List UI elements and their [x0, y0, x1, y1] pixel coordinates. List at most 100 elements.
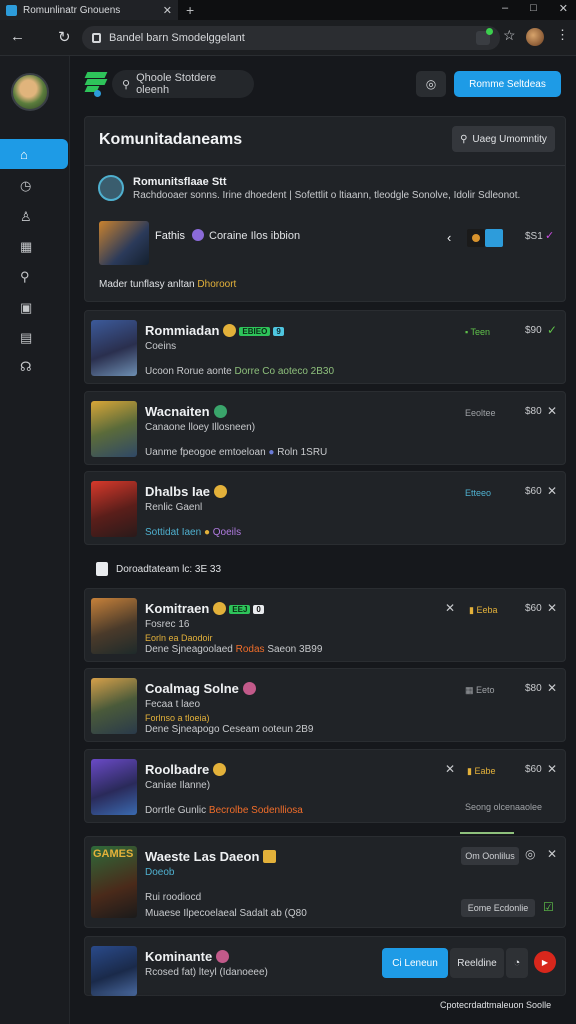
item-price: $80	[525, 406, 542, 417]
globe-icon	[213, 405, 227, 418]
status-detail: Seong olcenaaolee	[465, 802, 543, 812]
chevron-left-icon[interactable]: ‹	[447, 230, 451, 245]
close-window-icon[interactable]: ✕	[559, 2, 568, 15]
item-subtitle: Coeins	[145, 341, 177, 352]
search-icon: ⚲	[460, 133, 468, 145]
item-name: Kominante	[145, 949, 230, 964]
sidebar-item-store[interactable]: ▦	[0, 232, 68, 262]
game-thumbnail	[91, 598, 137, 654]
tag-pill[interactable]: Om Oonlilus	[461, 847, 519, 865]
close-icon[interactable]: ✕	[547, 484, 557, 498]
list-item[interactable]: Komitraen EEJ 0 Fosrec 16 Eorln ea Daodoir…	[84, 588, 566, 662]
close-icon[interactable]: ✕	[547, 404, 557, 418]
check-icon[interactable]: ✓	[545, 229, 554, 242]
emoji-icon	[216, 950, 230, 963]
game-thumbnail	[91, 320, 137, 376]
sidebar-item-library[interactable]: ▤	[0, 323, 68, 353]
settings-icon[interactable]: ◎	[525, 847, 535, 861]
game-thumbnail	[91, 481, 137, 537]
list-item[interactable]: Wacnaiten Canaone lloey Illosneen) Uanme…	[84, 391, 566, 465]
notifications-button[interactable]: ◎	[416, 71, 446, 97]
thumbnail-label: GAMES	[93, 848, 134, 860]
minimize-icon[interactable]: –	[502, 2, 508, 15]
maximize-icon[interactable]: □	[530, 2, 537, 15]
search-icon: ⚲	[122, 78, 131, 91]
extension-icon[interactable]	[476, 28, 493, 45]
play-icon[interactable]: ▶	[534, 951, 556, 973]
featured-panel: Komunitadaneams ⚲ Uaeg Umomntity Romunit…	[84, 116, 566, 302]
list-item[interactable]: Coalmag Solne Fecaa t laeo Forlnso a tlo…	[84, 668, 566, 742]
close-icon[interactable]: ✕	[547, 847, 557, 861]
sidebar-item-search[interactable]: ⚲	[0, 262, 68, 292]
section-header: Doroadtateam lc: 3E 33	[96, 562, 221, 576]
search-input[interactable]: ⚲ Qhoole Stotdere oleenh	[112, 70, 254, 98]
window-controls: – □ ✕	[502, 2, 568, 15]
sidebar-item-home[interactable]: ⌂	[0, 139, 68, 169]
library-icon: ▤	[20, 330, 33, 345]
emoji-icon	[214, 485, 228, 498]
launch-button[interactable]: Ci Leneun	[382, 948, 448, 978]
profile-avatar[interactable]	[526, 28, 544, 46]
list-item[interactable]: Rommiadan EBIEO 9 Coeins Ucoon Rorue aonte…	[84, 310, 566, 384]
item-price: $60	[525, 486, 542, 497]
sidebar-item-chat[interactable]: ▣	[0, 293, 68, 323]
close-icon[interactable]: ✕	[547, 762, 557, 776]
arrow-left-icon[interactable]: ←	[10, 28, 25, 45]
sidebar-item-support[interactable]: ☊	[0, 352, 68, 382]
tab-strip: Romunlinatr Gnouens ✕ + – □ ✕	[0, 0, 576, 20]
url-text: Bandel barn Smodelggelant	[109, 32, 245, 44]
featured-thumbnail[interactable]	[99, 221, 149, 265]
more-icon[interactable]: ◔	[506, 948, 528, 978]
item-subtitle-2: Forlnso a tloeia)	[145, 713, 210, 723]
item-subtitle: Fecaa t laeo	[145, 699, 201, 710]
emoji-icon	[242, 682, 256, 695]
list-item[interactable]: Roolbadre Caniae Ilanne) Dorrtle Gunlic …	[84, 749, 566, 823]
new-tab-button[interactable]: +	[186, 2, 194, 18]
kebab-icon[interactable]: ⋮	[556, 27, 569, 43]
item-subtitle: Renlic Gaenl	[145, 502, 203, 513]
close-icon[interactable]: ✕	[547, 681, 557, 695]
tag-pill[interactable]: Eome Ecdonlie	[461, 899, 535, 917]
item-name: Coalmag Solne	[145, 681, 256, 696]
filter-label: Uaeg Umomntity	[472, 133, 547, 145]
item-meta: Ucoon Rorue aonte Dorre Co aoteco 2B30	[145, 366, 335, 377]
search-placeholder: Qhoole Stotdere oleenh	[136, 72, 217, 96]
clock-icon: ◷	[20, 178, 32, 193]
item-meta: Rui roodiocd	[145, 892, 202, 903]
item-name: Rommiadan EBIEO 9	[145, 323, 284, 338]
filter-button[interactable]: ⚲ Uaeg Umomntity	[452, 126, 555, 152]
tab-close-icon[interactable]: ✕	[163, 4, 172, 17]
close-icon[interactable]: ✕	[445, 762, 455, 776]
game-icon	[467, 229, 485, 247]
check-icon[interactable]: ✓	[547, 323, 557, 337]
list-item[interactable]: GAMES Waeste Las Daeon Doeob Rui roodioc…	[84, 836, 566, 928]
secondary-button[interactable]: Reeldine	[450, 948, 504, 978]
sidebar-item-profile[interactable]: ♙	[0, 202, 68, 232]
featured-name[interactable]: Fathis	[155, 230, 185, 242]
check-icon[interactable]: ☑	[543, 900, 554, 914]
item-subtitle: Canaone lloey Illosneen)	[145, 422, 256, 433]
status-text: ▪ Teen	[465, 327, 491, 337]
headset-icon: ☊	[20, 359, 32, 374]
primary-action-button[interactable]: Romme Seltdeas	[454, 71, 561, 97]
search-icon: ⚲	[20, 269, 30, 284]
notice-avatar	[98, 175, 124, 201]
user-avatar[interactable]	[11, 73, 49, 111]
item-price: $60	[525, 603, 542, 614]
close-icon[interactable]: ✕	[445, 601, 455, 615]
game-thumbnail: GAMES	[91, 846, 137, 918]
browser-tab[interactable]: Romunlinatr Gnouens ✕	[0, 0, 178, 20]
reload-icon[interactable]: ↻	[58, 28, 71, 46]
emoji-icon	[213, 602, 227, 615]
star-icon[interactable]: ☆	[503, 27, 516, 44]
lock-icon	[92, 33, 101, 43]
list-item[interactable]: Dhalbs Iae Renlic Gaenl Sottidat Iaen ● …	[84, 471, 566, 545]
game-thumbnail	[91, 678, 137, 734]
section-label: Doroadtateam lc: 3E 33	[116, 563, 222, 575]
featured-mode: Coraine Ilos ibbion	[209, 230, 301, 242]
sidebar-item-recent[interactable]: ◷	[0, 171, 68, 201]
url-field[interactable]: Bandel barn Smodelggelant	[82, 26, 500, 50]
address-bar: ← ↻ Bandel barn Smodelggelant	[0, 20, 576, 56]
featured-footer: Mader tunflasy anltan Dhoroort	[99, 279, 236, 290]
close-icon[interactable]: ✕	[547, 601, 557, 615]
